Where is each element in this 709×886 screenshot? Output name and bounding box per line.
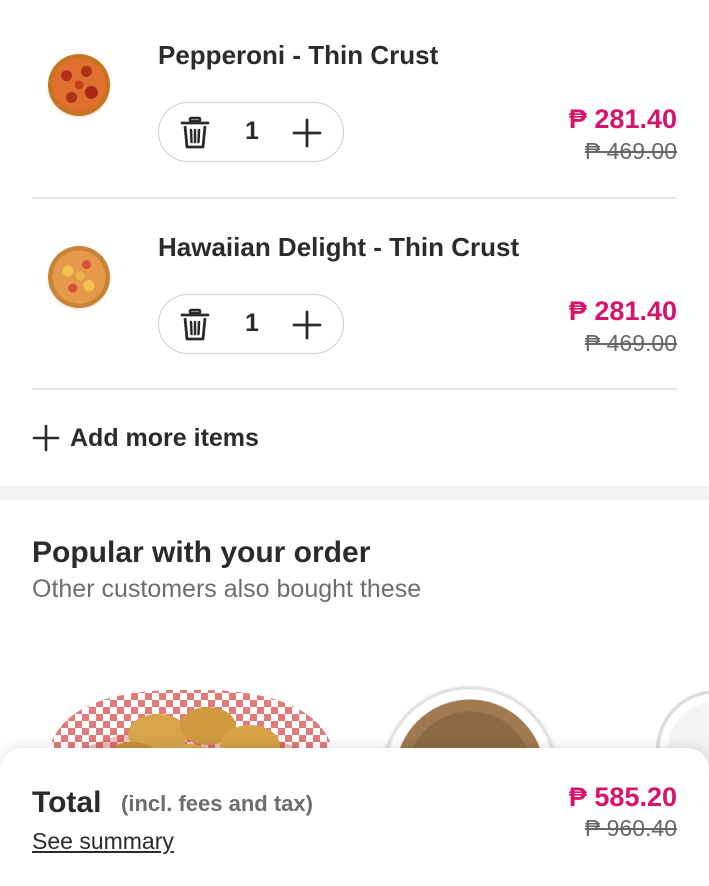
section-subtitle: Other customers also bought these (32, 575, 422, 603)
item-price: ₱ 281.40 (568, 104, 677, 134)
section-separator (0, 486, 709, 500)
checkout-footer: Total (incl. fees and tax) See summary ₱… (0, 748, 709, 886)
item-original-price: ₱ 469.00 (584, 330, 677, 356)
plus-icon[interactable] (291, 309, 323, 341)
total-note: (incl. fees and tax) (121, 791, 313, 816)
cart-item: Hawaiian Delight - Thin Crust 1 ₱ 281.40… (0, 200, 709, 390)
total-price: ₱ 585.20 (568, 782, 677, 812)
see-summary-link[interactable]: See summary (32, 828, 174, 855)
item-name: Hawaiian Delight - Thin Crust (158, 232, 520, 262)
total-original-price: ₱ 960.40 (584, 815, 677, 841)
cart-item: Pepperoni - Thin Crust 1 ₱ 281.40 ₱ 469.… (0, 8, 709, 198)
total-label: Total (32, 786, 102, 819)
quantity-value: 1 (245, 309, 259, 337)
trash-icon[interactable] (179, 308, 211, 342)
hawaiian-pizza-image (48, 246, 110, 308)
plus-icon (32, 424, 60, 452)
divider (32, 388, 677, 390)
cart-section: Pepperoni - Thin Crust 1 ₱ 281.40 ₱ 469.… (0, 0, 709, 486)
item-price: ₱ 281.40 (568, 296, 677, 326)
quantity-stepper: 1 (158, 294, 344, 354)
pepperoni-pizza-image (48, 54, 110, 116)
divider (32, 197, 677, 199)
add-more-items-button[interactable]: Add more items (32, 420, 259, 456)
quantity-stepper: 1 (158, 102, 344, 162)
item-original-price: ₱ 469.00 (584, 138, 677, 164)
add-more-items-label: Add more items (70, 423, 259, 452)
section-title: Popular with your order (32, 536, 371, 569)
quantity-value: 1 (245, 117, 259, 145)
trash-icon[interactable] (179, 116, 211, 150)
item-name: Pepperoni - Thin Crust (158, 40, 439, 70)
plus-icon[interactable] (291, 117, 323, 149)
